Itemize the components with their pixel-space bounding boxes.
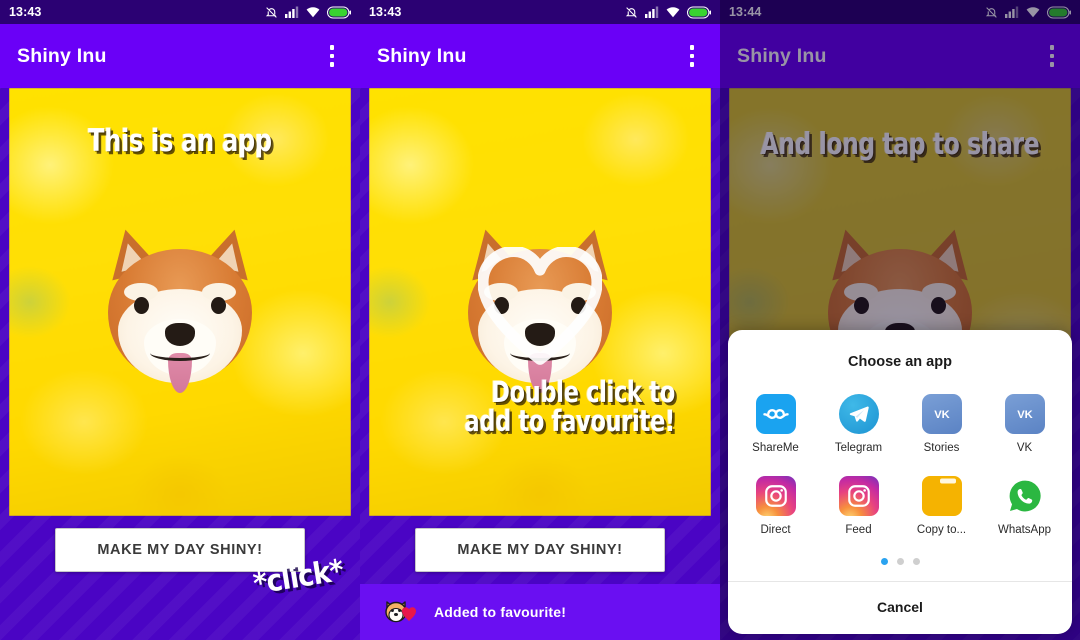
share-target-label: ShareMe	[752, 442, 799, 454]
caption-line-2: add to favourite!	[464, 404, 676, 438]
svg-text:VK: VK	[934, 409, 950, 421]
image-caption-bottom: Double click to add to favourite!	[393, 378, 687, 436]
wifi-icon	[306, 7, 320, 18]
status-bar: 13:43	[360, 0, 720, 24]
status-time: 13:43	[9, 5, 42, 19]
share-target-label: Telegram	[834, 442, 883, 454]
svg-text:VK: VK	[1017, 409, 1033, 421]
share-target-label: VK	[1016, 442, 1033, 454]
bell-muted-icon	[625, 6, 637, 18]
status-time: 13:43	[369, 5, 402, 19]
share-target-label: WhatsApp	[997, 524, 1052, 536]
vk-stories-icon: VK	[921, 394, 962, 434]
app-bar: Shiny Inu	[0, 24, 360, 88]
page-title: Shiny Inu	[17, 44, 107, 67]
image-caption-top: This is an app	[88, 123, 272, 159]
instagram-feed-icon	[838, 476, 879, 516]
overflow-menu-icon[interactable]	[679, 39, 705, 73]
share-target-label: Feed	[845, 524, 872, 536]
cta-label: MAKE MY DAY SHINY!	[97, 542, 263, 558]
whatsapp-icon	[1004, 476, 1045, 516]
folder-copy-icon	[921, 476, 962, 516]
shiny-image-card[interactable]: Double click to add to favourite!	[369, 88, 711, 516]
phone-screen-2: 13:43 Shiny Inu Double click to add to f…	[360, 0, 720, 640]
favourite-heart-icon	[478, 247, 602, 366]
page-dot-1[interactable]	[880, 558, 888, 565]
share-sheet-title: Choose an app	[848, 354, 952, 370]
app-bar: Shiny Inu	[360, 24, 720, 88]
instagram-direct-icon	[755, 476, 796, 516]
share-target-whatsapp[interactable]: WhatsApp	[983, 468, 1066, 546]
share-target-vk[interactable]: VK VK	[983, 386, 1066, 464]
share-target-shareme[interactable]: ShareMe	[734, 386, 817, 464]
added-to-favourite-snackbar: Added to favourite!	[360, 584, 720, 640]
share-target-copy-to[interactable]: Copy to...	[900, 468, 983, 546]
shareme-icon	[755, 394, 796, 434]
bell-muted-icon	[265, 6, 277, 18]
signal-icon	[645, 6, 659, 18]
battery-icon	[327, 6, 351, 19]
status-icon-group	[625, 6, 711, 19]
share-target-instagram-feed[interactable]: Feed	[817, 468, 900, 546]
share-target-stories[interactable]: VK Stories	[900, 386, 983, 464]
status-bar: 13:43	[0, 0, 360, 24]
share-target-telegram[interactable]: Telegram	[817, 386, 900, 464]
cta-label: MAKE MY DAY SHINY!	[457, 542, 623, 558]
share-target-instagram-direct[interactable]: Direct	[734, 468, 817, 546]
share-target-label: Copy to...	[916, 524, 967, 536]
status-icon-group	[265, 6, 351, 19]
page-dot-2[interactable]	[896, 558, 904, 565]
signal-icon	[285, 6, 299, 18]
phone-screen-1: 13:43 Shiny Inu This is an app MAKE MY D…	[0, 0, 360, 640]
page-dot-3[interactable]	[912, 558, 920, 565]
shiba-inu-photo	[96, 223, 264, 395]
page-title: Shiny Inu	[377, 44, 467, 67]
share-sheet-page-indicator[interactable]	[728, 546, 1072, 581]
make-my-day-shiny-button[interactable]: MAKE MY DAY SHINY!	[415, 528, 665, 572]
shiny-image-card[interactable]: This is an app	[9, 88, 351, 516]
share-target-label: Direct	[760, 524, 791, 536]
share-app-grid: ShareMe Telegram VK Stories VK VK Direct…	[728, 374, 1072, 546]
cancel-button[interactable]: Cancel	[728, 582, 1072, 634]
snackbar-text: Added to favourite!	[434, 604, 567, 620]
dog-face-with-heart-icon	[384, 597, 418, 627]
overflow-menu-icon[interactable]	[319, 39, 345, 73]
battery-icon	[687, 6, 711, 19]
telegram-icon	[838, 394, 879, 434]
wifi-icon	[666, 7, 680, 18]
share-bottom-sheet: Choose an app ShareMe Telegram VK Storie…	[728, 330, 1072, 634]
share-target-label: Stories	[923, 442, 960, 454]
vk-icon: VK	[1004, 394, 1045, 434]
phone-screen-3: 13:44 Shiny Inu And long tap to share Ch…	[720, 0, 1080, 640]
